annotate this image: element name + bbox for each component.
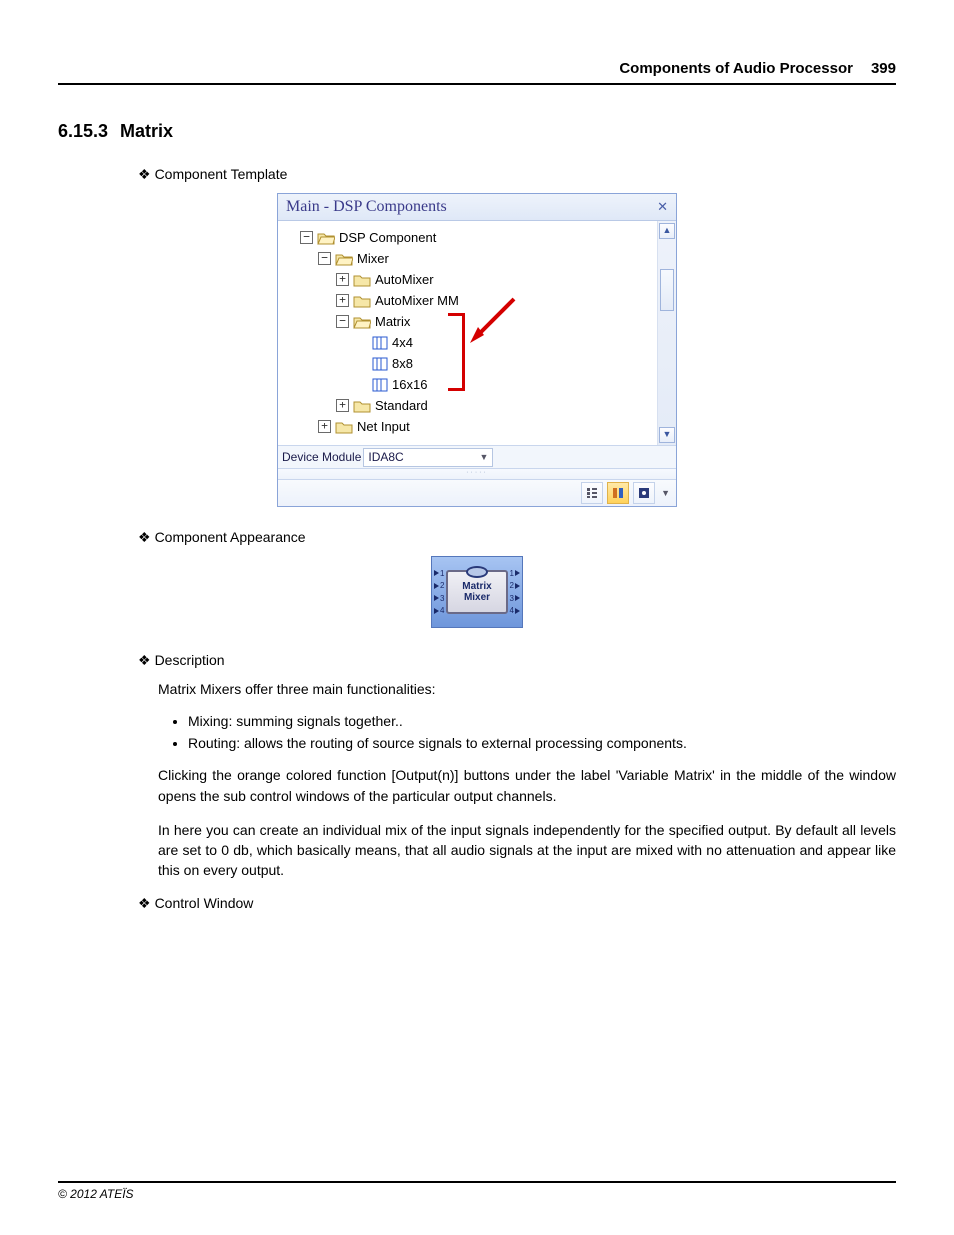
scrollbar[interactable]: ▲ ▼ [658, 221, 676, 445]
tree-row-automixer[interactable]: + AutoMixer [282, 269, 653, 290]
dsp-window-title: Main - DSP Components [286, 198, 447, 216]
tree-row-16x16[interactable]: 16x16 [282, 374, 653, 395]
scroll-thumb[interactable] [660, 269, 674, 311]
bullet-mixing: Mixing: summing signals together.. [188, 713, 896, 729]
header-title: Components of Audio Processor [619, 60, 853, 77]
folder-icon [353, 294, 371, 308]
label-component-appearance: ❖Component Appearance [138, 529, 896, 546]
desc-p2: In here you can create an individual mix… [158, 820, 896, 881]
collapse-icon[interactable]: − [318, 252, 331, 265]
scroll-up-icon[interactable]: ▲ [659, 223, 675, 239]
tree-row-matrix[interactable]: − Matrix [282, 311, 653, 332]
tree-row-standard[interactable]: + Standard [282, 395, 653, 416]
label-description: ❖Description [138, 652, 896, 669]
toolbar-list-icon[interactable] [581, 482, 603, 504]
expand-icon[interactable]: + [336, 399, 349, 412]
chip-ports-left: 1 2 3 4 [434, 567, 444, 617]
toolbar-grid-icon[interactable] [607, 482, 629, 504]
device-module-row: Device Module IDA8C ▼ [278, 445, 676, 468]
collapse-icon[interactable]: − [336, 315, 349, 328]
tree-row-root[interactable]: − DSP Component [282, 227, 653, 248]
page-footer: © 2012 ATEÏS [58, 1181, 896, 1201]
tree-row-mixer[interactable]: − Mixer [282, 248, 653, 269]
page-header: Components of Audio Processor 399 [58, 60, 896, 85]
close-icon[interactable]: ✕ [657, 199, 668, 215]
chip-ring-icon [466, 566, 488, 578]
folder-open-icon [353, 315, 371, 329]
device-module-label: Device Module [282, 450, 361, 464]
dsp-window-titlebar: Main - DSP Components ✕ [278, 194, 676, 221]
matrix-mixer-chip: 1 2 3 4 Matrix Mixer 1 2 3 4 [431, 556, 523, 628]
matrix-item-icon [372, 378, 388, 392]
label-control-window: ❖Control Window [138, 895, 896, 912]
device-module-select[interactable]: IDA8C ▼ [363, 448, 493, 467]
bullet-routing: Routing: allows the routing of source si… [188, 735, 896, 751]
highlight-bracket [448, 313, 465, 391]
folder-icon [353, 273, 371, 287]
folder-icon [353, 399, 371, 413]
scroll-down-icon[interactable]: ▼ [659, 427, 675, 443]
desc-bullets: Mixing: summing signals together.. Routi… [188, 713, 896, 751]
chip-body: Matrix Mixer [446, 570, 508, 614]
section-number: 6.15.3 [58, 121, 108, 141]
matrix-item-icon [372, 336, 388, 350]
chip-ports-right: 1 2 3 4 [510, 567, 520, 617]
tree-row-netinput[interactable]: + Net Input [282, 416, 653, 437]
matrix-item-icon [372, 357, 388, 371]
dsp-components-window: Main - DSP Components ✕ − DSP Component … [277, 193, 677, 507]
folder-open-icon [317, 231, 335, 245]
desc-intro: Matrix Mixers offer three main functiona… [158, 679, 896, 699]
dsp-tree[interactable]: − DSP Component − Mixer + AutoM [278, 221, 658, 445]
dsp-toolbar: ▼ [278, 479, 676, 506]
page-number: 399 [871, 60, 896, 77]
section-title: Matrix [120, 121, 173, 141]
collapse-icon[interactable]: − [300, 231, 313, 244]
tree-row-4x4[interactable]: 4x4 [282, 332, 653, 353]
desc-p1: Clicking the orange colored function [Ou… [158, 765, 896, 806]
toolbar-preview-icon[interactable] [633, 482, 655, 504]
folder-open-icon [335, 252, 353, 266]
folder-icon [335, 420, 353, 434]
chevron-down-icon: ▼ [479, 452, 488, 462]
expand-icon[interactable]: + [336, 273, 349, 286]
resize-grip[interactable]: ····· [278, 468, 676, 479]
expand-icon[interactable]: + [336, 294, 349, 307]
tree-row-8x8[interactable]: 8x8 [282, 353, 653, 374]
tree-row-automixer-mm[interactable]: + AutoMixer MM [282, 290, 653, 311]
chevron-down-icon[interactable]: ▼ [661, 488, 670, 498]
section-heading: 6.15.3 Matrix [58, 121, 896, 142]
expand-icon[interactable]: + [318, 420, 331, 433]
label-component-template: ❖Component Template [138, 166, 896, 183]
